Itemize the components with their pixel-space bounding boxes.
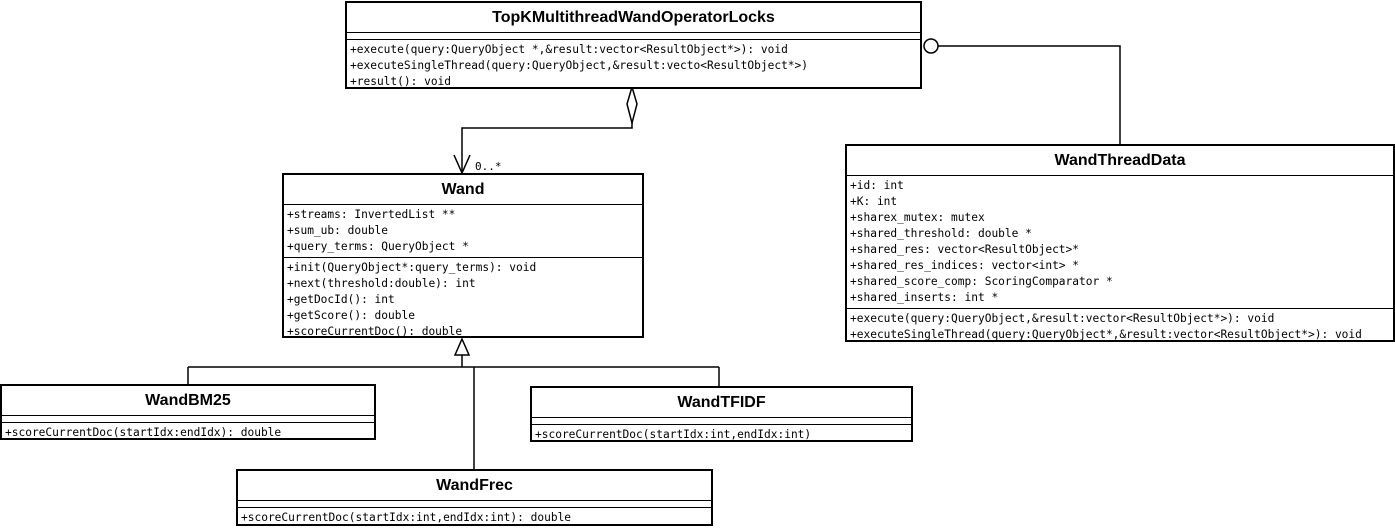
- operations-compartment: +scoreCurrentDoc(startIdx:int,endIdx:int…: [532, 425, 911, 445]
- operation: +getDocId(): int: [287, 293, 395, 306]
- uml-class-diagram: 0..* TopKMultithreadWandOperatorLocks +e…: [0, 0, 1395, 527]
- operation: +executeSingleThread(query:QueryObject*,…: [850, 328, 1362, 341]
- operation: +result(): void: [350, 75, 452, 88]
- class-name: WandBM25: [2, 386, 374, 416]
- operation: +execute(query:QueryObject *,&result:vec…: [350, 43, 788, 56]
- operation: +execute(query:QueryObject,&result:vecto…: [850, 312, 1275, 325]
- attributes-compartment: +streams: InvertedList ** +sum_ub: doubl…: [284, 205, 642, 258]
- attribute: +id: int: [850, 179, 904, 192]
- operation: +getScore(): double: [287, 309, 415, 322]
- attributes-compartment: [532, 418, 911, 425]
- attribute: +sharex_mutex: mutex: [850, 211, 985, 224]
- class-wand-frec: WandFrec +scoreCurrentDoc(startIdx:int,e…: [236, 469, 713, 526]
- operation: +executeSingleThread(query:QueryObject,&…: [350, 59, 809, 72]
- class-wand-tfidf: WandTFIDF +scoreCurrentDoc(startIdx:int,…: [530, 386, 913, 442]
- operations-compartment: +execute(query:QueryObject *,&result:vec…: [347, 40, 920, 92]
- attributes-compartment: [2, 416, 374, 423]
- attribute: +shared_inserts: int *: [850, 291, 999, 304]
- operation: +scoreCurrentDoc(startIdx:int,endIdx:int…: [535, 428, 812, 441]
- attributes-compartment: [238, 501, 711, 508]
- attribute: +sum_ub: double: [287, 224, 389, 237]
- operation: +next(threshold:double): int: [287, 277, 476, 290]
- class-wand-thread-data: WandThreadData +id: int +K: int +sharex_…: [845, 144, 1395, 342]
- class-name: TopKMultithreadWandOperatorLocks: [347, 3, 920, 33]
- attributes-compartment: [347, 33, 920, 40]
- class-wand: Wand +streams: InvertedList ** +sum_ub: …: [282, 173, 644, 338]
- operations-compartment: +execute(query:QueryObject,&result:vecto…: [847, 309, 1393, 345]
- operations-compartment: +scoreCurrentDoc(startIdx:endIdx): doubl…: [2, 423, 374, 443]
- attribute: +shared_score_comp: ScoringComparator *: [850, 275, 1113, 288]
- class-name: Wand: [284, 175, 642, 205]
- operation: +scoreCurrentDoc(): double: [287, 325, 463, 338]
- attribute: +K: int: [850, 195, 898, 208]
- operations-compartment: +scoreCurrentDoc(startIdx:int,endIdx:int…: [238, 508, 711, 528]
- attributes-compartment: +id: int +K: int +sharex_mutex: mutex +s…: [847, 176, 1393, 309]
- operation: +init(QueryObject*:query_terms): void: [287, 261, 537, 274]
- operation: +scoreCurrentDoc(startIdx:int,endIdx:int…: [241, 511, 572, 524]
- aggregation-diamond: [626, 84, 638, 126]
- attribute: +streams: InvertedList **: [287, 208, 456, 221]
- class-wand-bm25: WandBM25 +scoreCurrentDoc(startIdx:endId…: [0, 384, 376, 440]
- attribute: +shared_res_indices: vector<int> *: [850, 259, 1080, 272]
- class-name: WandThreadData: [847, 146, 1393, 176]
- class-name: WandTFIDF: [532, 388, 911, 418]
- attribute: +query_terms: QueryObject *: [287, 240, 469, 253]
- attribute: +shared_res: vector<ResultObject>*: [850, 243, 1080, 256]
- association-connector: [923, 38, 1121, 144]
- multiplicity-label: 0..*: [475, 160, 502, 173]
- operations-compartment: +init(QueryObject*:query_terms): void +n…: [284, 258, 642, 342]
- operation: +scoreCurrentDoc(startIdx:endIdx): doubl…: [5, 426, 282, 439]
- attribute: +shared_threshold: double *: [850, 227, 1032, 240]
- class-topk-multithread-wand-operator-locks: TopKMultithreadWandOperatorLocks +execut…: [345, 1, 922, 89]
- class-name: WandFrec: [238, 471, 711, 501]
- interface-ball: [923, 38, 939, 54]
